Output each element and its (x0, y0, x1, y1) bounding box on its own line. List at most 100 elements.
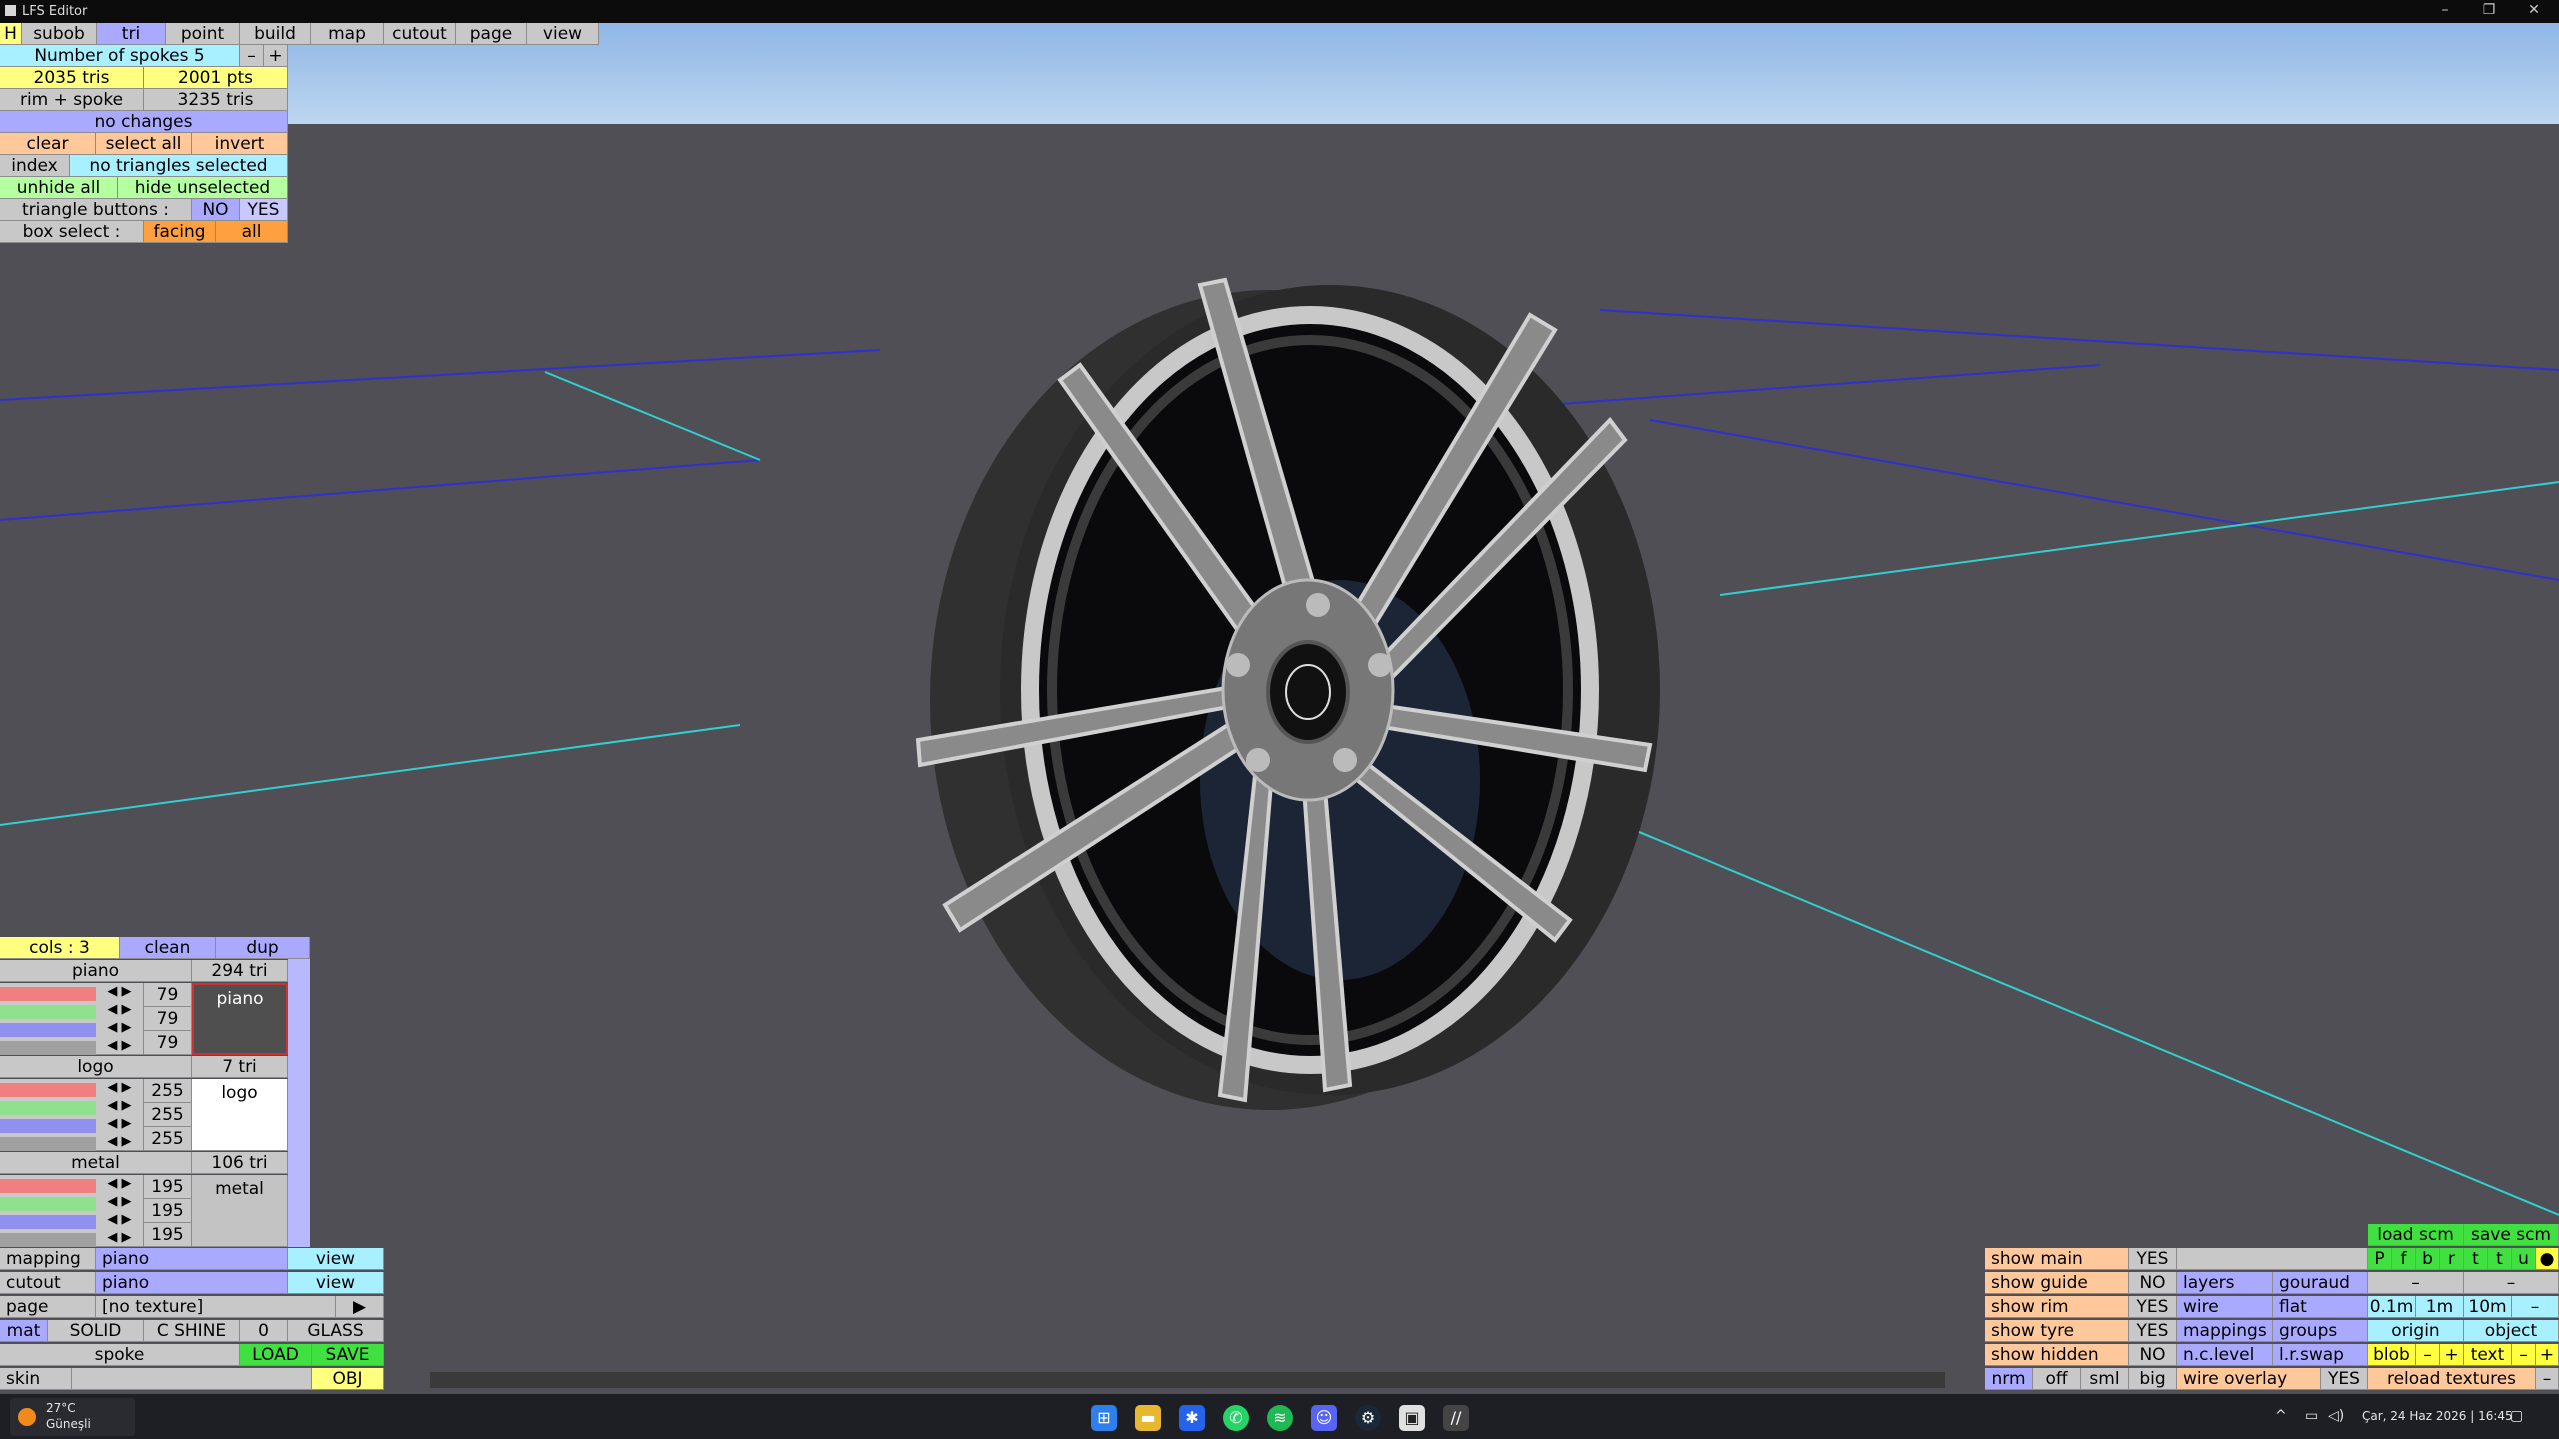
red-slider[interactable] (0, 987, 96, 1001)
blue-slider[interactable] (0, 1119, 96, 1133)
layers-button[interactable]: layers (2177, 1272, 2273, 1294)
grid-1m-button[interactable]: 1m (2416, 1296, 2464, 1318)
invert-button[interactable]: invert (192, 133, 288, 155)
wire-button[interactable]: wire (2177, 1296, 2273, 1318)
spoke-load-button[interactable]: LOAD (240, 1344, 312, 1366)
save-scm-button[interactable]: save scm (2464, 1224, 2559, 1246)
triangle-buttons-yes[interactable]: YES (240, 199, 288, 221)
colour-swatch[interactable]: logo (192, 1079, 288, 1151)
box-select-facing[interactable]: facing (144, 221, 216, 243)
text-plus-button[interactable]: + (2536, 1344, 2559, 1366)
obj-button[interactable]: OBJ (312, 1368, 384, 1390)
app-icon[interactable]: ▣ (1399, 1405, 1425, 1431)
rgb-arrows[interactable]: ◀ ▶ ◀ ▶ ◀ ▶ ◀ ▶ (96, 983, 144, 1055)
tab-cutout[interactable]: cutout (384, 23, 456, 45)
show-guide-toggle[interactable]: NO (2129, 1272, 2177, 1294)
index-button[interactable]: index (0, 155, 70, 177)
spoke-save-button[interactable]: SAVE (312, 1344, 384, 1366)
viewport-scrollbar[interactable] (430, 1372, 1945, 1388)
dup-button[interactable]: dup (216, 937, 310, 959)
grid-10m-button[interactable]: 10m (2464, 1296, 2512, 1318)
nrm-button[interactable]: nrm (1985, 1368, 2033, 1390)
red-slider[interactable] (0, 1179, 96, 1193)
minimize-button[interactable]: – (2430, 2, 2460, 18)
flag-f[interactable]: f (2392, 1248, 2416, 1270)
start-icon[interactable]: ⊞ (1091, 1405, 1117, 1431)
show-hidden-toggle[interactable]: NO (2129, 1344, 2177, 1366)
select-all-button[interactable]: select all (96, 133, 192, 155)
colour-swatch[interactable]: metal (192, 1175, 288, 1247)
gear-app-icon[interactable]: ✱ (1179, 1405, 1205, 1431)
colours-scrollbar[interactable] (288, 937, 310, 1247)
flat-button[interactable]: flat (2273, 1296, 2368, 1318)
sml-button[interactable]: sml (2081, 1368, 2129, 1390)
tab-point[interactable]: point (166, 23, 240, 45)
clock[interactable]: Çar, 24 Haz 2026 | 16:45 (2362, 1409, 2513, 1423)
reload-textures-button[interactable]: reload textures (2368, 1368, 2536, 1390)
page-next-button[interactable]: ▶ (336, 1296, 384, 1318)
load-scm-button[interactable]: load scm (2368, 1224, 2464, 1246)
close-button[interactable]: ✕ (2519, 2, 2549, 18)
flag-t[interactable]: t (2464, 1248, 2488, 1270)
steam-icon[interactable]: ⚙ (1355, 1405, 1381, 1431)
groups-button[interactable]: groups (2273, 1320, 2368, 1342)
grid-minus-button[interactable]: – (2512, 1296, 2559, 1318)
mapping-view-button[interactable]: view (288, 1248, 384, 1270)
clear-button[interactable]: clear (0, 133, 96, 155)
tab-build[interactable]: build (240, 23, 311, 45)
triangle-buttons-no[interactable]: NO (192, 199, 240, 221)
chevron-up-icon[interactable]: ^ (2275, 1408, 2287, 1424)
gouraud-button[interactable]: gouraud (2273, 1272, 2368, 1294)
rgb-sliders[interactable] (0, 983, 96, 1055)
tab-subob[interactable]: subob (22, 23, 97, 45)
spotify-icon[interactable]: ≋ (1267, 1405, 1293, 1431)
alpha-slider[interactable] (0, 1137, 96, 1151)
files-icon[interactable]: ▬ (1135, 1405, 1161, 1431)
red-slider[interactable] (0, 1083, 96, 1097)
hide-unselected-button[interactable]: hide unselected (118, 177, 288, 199)
3d-viewport[interactable] (0, 124, 2559, 1394)
green-slider[interactable] (0, 1197, 96, 1211)
flag-t2[interactable]: t (2488, 1248, 2512, 1270)
box-select-all[interactable]: all (216, 221, 288, 243)
volume-icon[interactable]: ◁) (2328, 1408, 2344, 1424)
reload-minus-button[interactable]: – (2536, 1368, 2559, 1390)
blue-slider[interactable] (0, 1023, 96, 1037)
cutout-view-button[interactable]: view (288, 1272, 384, 1294)
flag-p[interactable]: P (2368, 1248, 2392, 1270)
home-button[interactable]: H (0, 23, 22, 45)
show-tyre-toggle[interactable]: YES (2129, 1320, 2177, 1342)
wire-overlay-toggle[interactable]: YES (2321, 1368, 2368, 1390)
notification-icon[interactable]: ▢ (2510, 1408, 2523, 1424)
page-value[interactable]: [no texture] (96, 1296, 336, 1318)
lfs-icon[interactable]: // (1443, 1405, 1469, 1431)
green-slider[interactable] (0, 1101, 96, 1115)
rgb-arrows[interactable]: ◀ ▶ ◀ ▶ ◀ ▶ ◀ ▶ (96, 1175, 144, 1247)
mat-glass-button[interactable]: GLASS (288, 1320, 384, 1342)
weather-widget[interactable]: 27°C Güneşli (10, 1398, 135, 1436)
restore-button[interactable]: ❐ (2474, 2, 2504, 18)
alpha-slider[interactable] (0, 1233, 96, 1247)
whatsapp-icon[interactable]: ✆ (1223, 1405, 1249, 1431)
dash-button-2[interactable]: – (2464, 1272, 2559, 1294)
tab-view[interactable]: view (527, 23, 599, 45)
mappings-button[interactable]: mappings (2177, 1320, 2273, 1342)
flag-u[interactable]: u (2512, 1248, 2536, 1270)
unhide-all-button[interactable]: unhide all (0, 177, 118, 199)
flag-b[interactable]: b (2416, 1248, 2440, 1270)
clean-button[interactable]: clean (120, 937, 216, 959)
tab-map[interactable]: map (311, 23, 384, 45)
tab-page[interactable]: page (456, 23, 527, 45)
mat-shine-button[interactable]: C SHINE (144, 1320, 240, 1342)
text-minus-button[interactable]: – (2512, 1344, 2536, 1366)
grid-01m-button[interactable]: 0.1m (2368, 1296, 2416, 1318)
green-slider[interactable] (0, 1005, 96, 1019)
show-main-toggle[interactable]: YES (2129, 1248, 2177, 1270)
skin-field[interactable] (72, 1368, 312, 1390)
rgb-sliders[interactable] (0, 1079, 96, 1151)
material-name[interactable]: metal (0, 1152, 192, 1174)
rgb-sliders[interactable] (0, 1175, 96, 1247)
material-name[interactable]: logo (0, 1056, 192, 1078)
nc-level-button[interactable]: n.c.level (2177, 1344, 2273, 1366)
flag-r[interactable]: r (2440, 1248, 2464, 1270)
